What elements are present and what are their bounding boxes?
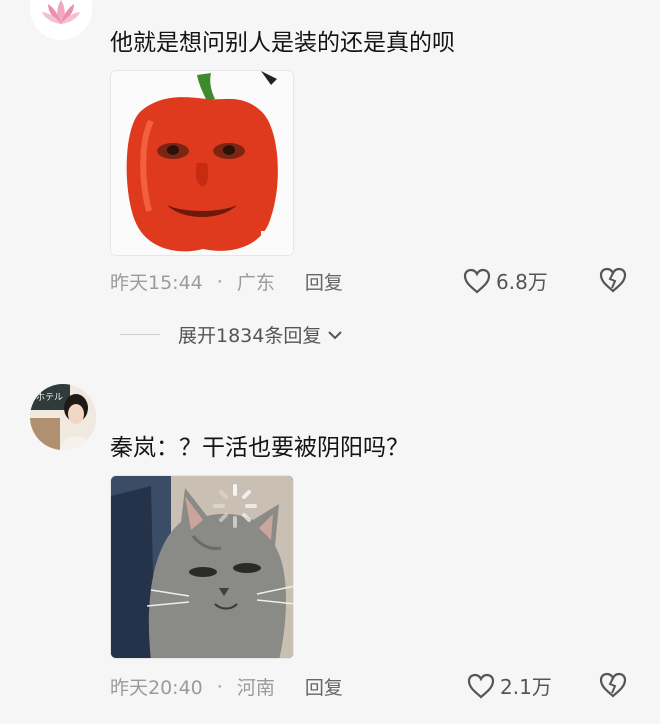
comment-location: 河南: [236, 677, 275, 699]
heart-icon: [463, 268, 491, 293]
expand-replies-button[interactable]: 展开1834条回复: [120, 321, 343, 348]
comment-text: 秦岚：？干活也要被阴阳吗？: [110, 435, 409, 461]
user-photo-avatar: ホテル: [30, 384, 96, 450]
reply-button[interactable]: 回复: [305, 673, 343, 700]
red-pepper-face-image: [111, 71, 293, 255]
avatar[interactable]: [30, 0, 92, 40]
comment-item: ホテル 秦岚：？干活也要被阴阳吗？ 昨天20:40 · 河南 回复 2.1万: [0, 360, 660, 724]
cat-sticker[interactable]: [110, 475, 294, 659]
like-button[interactable]: 6.8万: [462, 266, 548, 295]
broken-heart-icon: [599, 672, 627, 698]
divider-line: [120, 334, 160, 335]
broken-heart-icon: [599, 267, 627, 293]
comment-item: 他就是想问别人是装的还是真的呗 昨天15:44 · 广东 回复 6.8万 展开1…: [0, 0, 660, 360]
comment-location: 广东: [236, 272, 275, 294]
heart-icon: [467, 673, 495, 698]
like-count: 2.1万: [500, 675, 552, 699]
chevron-down-icon: [328, 330, 343, 339]
like-button[interactable]: 2.1万: [466, 671, 552, 700]
comment-time: 昨天20:40: [110, 677, 203, 699]
svg-text:ホテル: ホテル: [36, 392, 63, 403]
dislike-button[interactable]: [598, 266, 628, 298]
avatar[interactable]: ホテル: [30, 384, 96, 450]
like-count: 6.8万: [496, 270, 548, 294]
separator: ·: [216, 675, 223, 698]
tired-cat-loading-image: [111, 476, 293, 658]
comment-time: 昨天15:44: [110, 272, 203, 294]
expand-replies-label: 展开1834条回复: [178, 325, 322, 347]
pepper-face-sticker[interactable]: [110, 70, 294, 256]
comment-text: 他就是想问别人是装的还是真的呗: [110, 30, 455, 56]
reply-button[interactable]: 回复: [305, 268, 343, 295]
separator: ·: [216, 270, 223, 293]
lotus-icon: [42, 0, 80, 24]
comment-meta: 昨天20:40 · 河南 回复: [110, 673, 343, 700]
dislike-button[interactable]: [598, 671, 628, 703]
comment-meta: 昨天15:44 · 广东 回复: [110, 268, 343, 295]
